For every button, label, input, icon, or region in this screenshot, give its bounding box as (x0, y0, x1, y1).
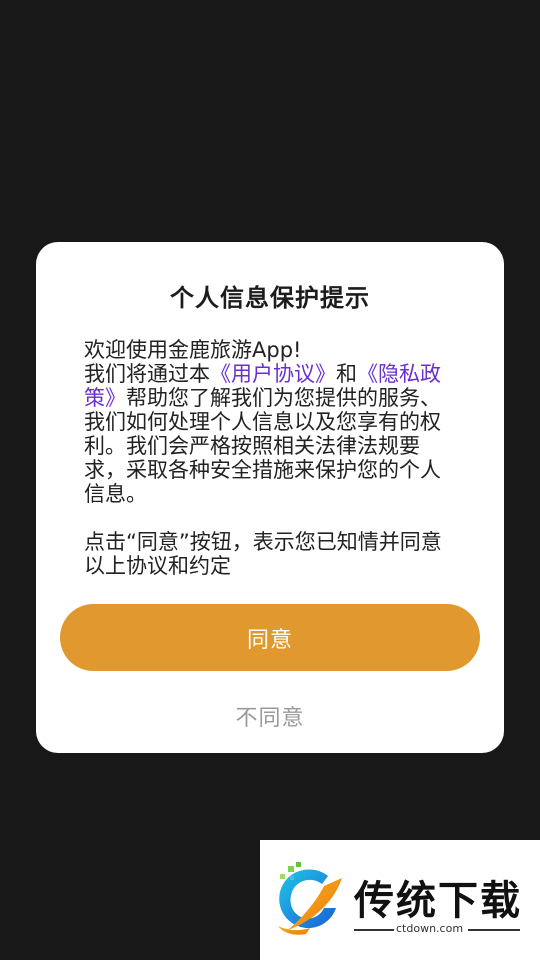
watermark-divider-right (468, 929, 520, 931)
dialog-title: 个人信息保护提示 (170, 284, 370, 312)
privacy-dialog: 个人信息保护提示 欢迎使用金鹿旅游App! 我们将通过本《用户协议》和《隐私政策… (36, 242, 504, 753)
watermark-divider-left (354, 929, 394, 931)
dialog-body: 欢迎使用金鹿旅游App! 我们将通过本《用户协议》和《隐私政策》帮助您了解我们为… (84, 338, 450, 578)
user-agreement-link[interactable]: 《用户协议》 (210, 362, 336, 386)
watermark-domain-text: ctdown.com (396, 922, 464, 935)
agree-button[interactable]: 同意 (60, 604, 480, 671)
agreement-paragraph: 我们将通过本《用户协议》和《隐私政策》帮助您了解我们为您提供的服务、我们如何处理… (84, 362, 450, 506)
disagree-button[interactable]: 不同意 (36, 700, 504, 732)
welcome-text: 欢迎使用金鹿旅游App! (84, 338, 302, 362)
para1-prefix: 我们将通过本 (84, 362, 210, 386)
ctdown-logo-icon (278, 862, 342, 935)
and-text: 和 (336, 362, 357, 386)
consent-paragraph: 点击“同意”按钮，表示您已知情并同意以上协议和约定 (84, 530, 442, 578)
watermark-brand-text: 传统下载 (354, 878, 522, 924)
para1-suffix: 帮助您了解我们为您提供的服务、我们如何处理个人信息以及您享有的权利。我们会严格按… (84, 386, 441, 506)
watermark-logo: 传统下载 ctdown.com (260, 840, 540, 960)
